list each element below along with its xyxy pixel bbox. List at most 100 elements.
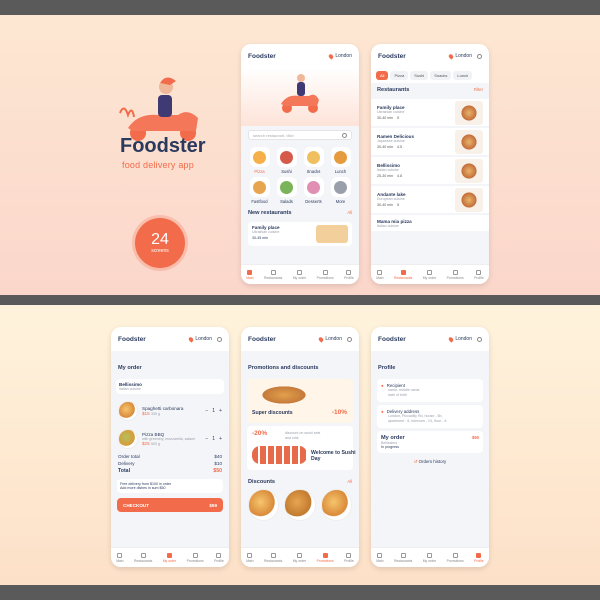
dish-price: $15 [142, 411, 150, 416]
delivery-address-card[interactable]: ● Delivery address London, Piccadilly Rd,… [377, 405, 483, 428]
nav-main[interactable]: Main [246, 552, 254, 563]
nav-restaurants[interactable]: Restaurants [264, 269, 282, 280]
location-selector[interactable]: London [448, 52, 482, 60]
chip-sushi[interactable]: Sushi [410, 71, 429, 80]
category-lunch[interactable]: Lunch [328, 147, 353, 174]
order-item: Pizza BBQ with greenery, mozzarella, sala… [111, 425, 229, 453]
category-label: Sushi [281, 169, 292, 174]
nav-promotions[interactable]: Promotions [317, 269, 334, 280]
nav-restaurants[interactable]: Restaurants [264, 552, 282, 563]
discount-item[interactable] [320, 489, 352, 521]
nav-my-order[interactable]: My order [423, 269, 436, 280]
bag-icon [426, 269, 432, 275]
restaurant-row[interactable]: Ramen Delicious Japanese cuisine 30-40 min… [371, 128, 489, 155]
restaurant-image [316, 225, 348, 243]
plus-icon[interactable]: + [219, 436, 222, 442]
location-selector[interactable]: London [188, 335, 222, 343]
nav-main[interactable]: Main [246, 269, 254, 280]
restaurant-row[interactable]: Family place Ukrainian cuisine 30-40 min 5 [371, 99, 489, 126]
percent-icon [452, 269, 458, 275]
chip-all[interactable]: All [376, 71, 389, 80]
discount-item[interactable] [284, 489, 316, 521]
brand-subtitle: food delivery app [122, 160, 194, 170]
restaurants-icon [400, 552, 406, 558]
nav-main[interactable]: Main [376, 552, 384, 563]
delivery-time: 30-40 min [377, 116, 393, 120]
promo-card-sushi-day[interactable]: -20% discount on sushi sets and rolls We… [247, 426, 356, 470]
orders-history-link[interactable]: ↺ Orders history [371, 459, 489, 465]
quantity-value: 1 [212, 436, 216, 442]
all-link[interactable]: All [347, 479, 352, 485]
category-salads[interactable]: Salads [274, 177, 299, 204]
nav-promotions[interactable]: Promotions [317, 552, 334, 563]
checkout-button[interactable]: CHECKOUT $59 [117, 498, 223, 512]
percent-icon [322, 269, 328, 275]
all-link[interactable]: All [347, 210, 352, 216]
search-placeholder: search restaurant, dish [253, 133, 294, 138]
nav-label: Profile [474, 558, 484, 563]
restaurant-cuisine: Japanese cuisine [377, 139, 405, 143]
rating: 5 [396, 203, 399, 207]
category-grid: Pizza Sushi Snacks Lunch Fastfood Salads… [241, 144, 359, 207]
location-selector[interactable]: London [328, 52, 352, 60]
minus-icon[interactable]: − [205, 408, 208, 414]
nav-promotions[interactable]: Promotions [187, 552, 204, 563]
order-restaurant[interactable]: Bellissimo Italian cuisine [116, 379, 224, 394]
nav-my-order[interactable]: My order [423, 552, 436, 563]
category-fastfood[interactable]: Fastfood [247, 177, 272, 204]
restaurant-row[interactable]: Mama mia pizza Italian cuisine [371, 215, 489, 231]
restaurant-row[interactable]: Andante lake European cuisine 30-40 min 5 [371, 186, 489, 213]
filter-button[interactable]: Filter [474, 87, 483, 93]
nav-profile[interactable]: Profile [344, 552, 354, 563]
total-label: Total [118, 468, 131, 474]
location-label: London [195, 336, 212, 342]
category-more[interactable]: More [328, 177, 353, 204]
nav-main[interactable]: Main [116, 552, 124, 563]
search-icon[interactable] [477, 336, 482, 342]
nav-profile[interactable]: Profile [344, 269, 354, 280]
nav-label: Main [376, 275, 384, 280]
my-order-card[interactable]: My order $50 Bellissimo In progress [377, 431, 483, 453]
promo-card-super-discounts[interactable]: Super discounts -10% [247, 379, 353, 423]
chip-pizza[interactable]: Pizza [390, 71, 409, 80]
nav-my-order[interactable]: My order [292, 552, 307, 563]
restaurant-card[interactable]: Family place Ukrainian cuisine 30-45 min [248, 222, 352, 246]
nav-promotions[interactable]: Promotions [447, 269, 464, 280]
location-selector[interactable]: London [318, 335, 352, 343]
chip-lunch[interactable]: Lunch [453, 71, 473, 80]
nav-restaurants[interactable]: Restaurants [134, 552, 152, 563]
search-icon[interactable] [347, 336, 352, 342]
nav-my-order[interactable]: My order [163, 552, 176, 563]
quantity-stepper[interactable]: −1 + [205, 408, 222, 414]
search-icon [342, 133, 347, 138]
minus-icon[interactable]: − [205, 436, 208, 442]
nav-profile[interactable]: Profile [214, 552, 224, 563]
category-sushi[interactable]: Sushi [274, 147, 299, 174]
nav-my-order[interactable]: My order [293, 269, 306, 280]
nav-profile[interactable]: Profile [474, 552, 484, 563]
discount-item[interactable] [248, 489, 280, 521]
location-selector[interactable]: London [448, 335, 482, 343]
nav-profile[interactable]: Profile [474, 269, 484, 280]
restaurant-row[interactable]: Bellissimo Italian cuisine 25-30 min 4.8 [371, 157, 489, 184]
restaurants-icon [140, 552, 146, 558]
home-icon [377, 269, 383, 275]
location-label: London [455, 53, 472, 59]
nav-promotions[interactable]: Promotions [447, 552, 464, 563]
address-line-2: apartment - 6, intercom - 01, floor - 6 [388, 419, 447, 423]
recipient-card[interactable]: ● Recipient name, middle name date of bir… [377, 379, 483, 402]
quantity-stepper[interactable]: −1 + [205, 436, 222, 442]
category-snacks[interactable]: Snacks [301, 147, 326, 174]
chip-snacks[interactable]: Snacks [430, 71, 452, 80]
nav-restaurants[interactable]: Restaurants [394, 552, 412, 563]
nav-label: Main [376, 558, 384, 563]
plus-icon[interactable]: + [219, 408, 222, 414]
search-input[interactable]: search restaurant, dish [248, 130, 352, 140]
category-pizza[interactable]: Pizza [247, 147, 272, 174]
nav-main[interactable]: Main [376, 269, 384, 280]
search-icon[interactable] [217, 336, 222, 342]
search-icon[interactable] [477, 53, 482, 59]
category-desserts[interactable]: Desserts [301, 177, 326, 204]
nav-restaurants[interactable]: Restaurants [394, 269, 412, 280]
nav-label: My order [292, 558, 307, 563]
